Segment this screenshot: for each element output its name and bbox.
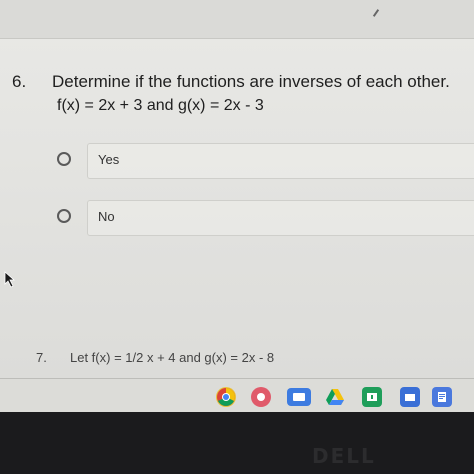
option-no[interactable]: No: [53, 200, 474, 236]
browser-screen: 6. Determine if the functions are invers…: [0, 0, 474, 378]
radio-button[interactable]: [57, 152, 71, 166]
taskbar-shelf: [0, 378, 474, 413]
docs-icon[interactable]: [432, 387, 452, 407]
question-functions: f(x) = 2x + 3 and g(x) = 2x - 3: [57, 97, 264, 114]
files-icon[interactable]: [400, 387, 420, 407]
meet-icon[interactable]: [287, 388, 311, 406]
drive-icon[interactable]: [325, 387, 345, 407]
chrome-icon[interactable]: [216, 387, 236, 407]
laptop-bezel: DELL: [0, 412, 474, 474]
question-number: 6.: [12, 72, 27, 91]
option-box[interactable]: [87, 200, 474, 236]
mouse-cursor-icon: [4, 271, 16, 288]
question-number: 7.: [36, 350, 47, 365]
app-icon[interactable]: [251, 387, 271, 407]
question-title: Determine if the functions are inverses …: [52, 72, 450, 91]
option-yes[interactable]: Yes: [53, 143, 474, 179]
radio-button[interactable]: [57, 209, 71, 223]
top-strip: [0, 0, 474, 39]
option-label: No: [98, 209, 115, 224]
option-label: Yes: [98, 152, 120, 167]
brand-logo: DELL: [312, 444, 376, 468]
question-text: Let f(x) = 1/2 x + 4 and g(x) = 2x - 8: [70, 350, 275, 365]
option-box[interactable]: [87, 143, 474, 179]
top-mark: [372, 9, 380, 17]
classroom-icon[interactable]: [362, 387, 382, 407]
